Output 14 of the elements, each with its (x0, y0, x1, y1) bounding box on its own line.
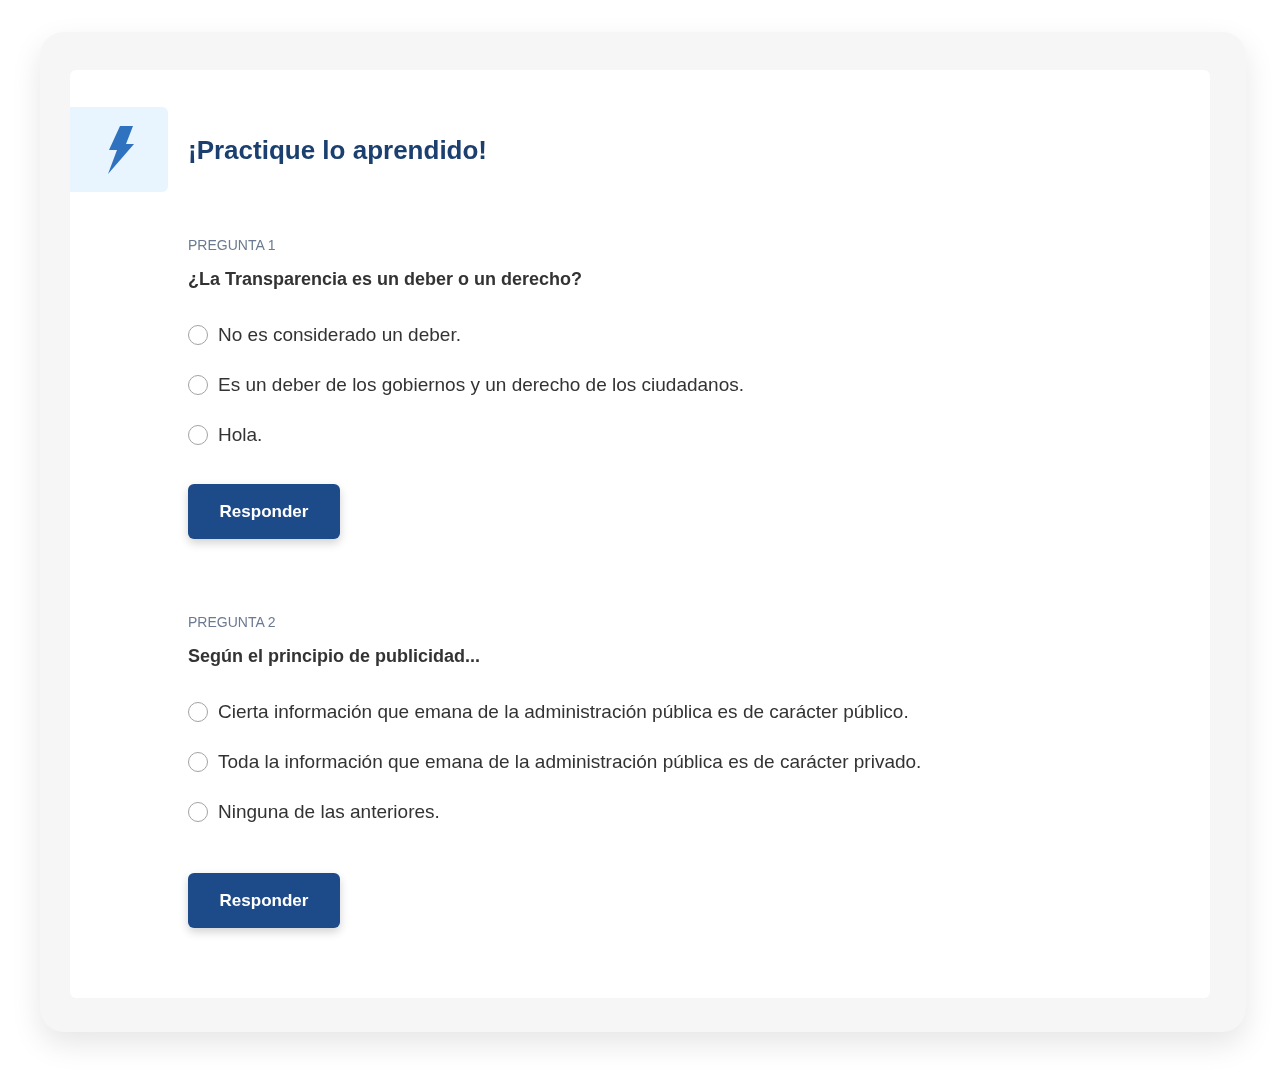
page-title: ¡Practique lo aprendido! (188, 133, 488, 167)
question-text: Según el principio de publicidad... (188, 645, 482, 668)
question-text: ¿La Transparencia es un deber o un derecho? (188, 268, 584, 291)
answer-button[interactable]: Responder (188, 484, 340, 539)
option-label[interactable]: Toda la información que emana de la administración pública es de carácter privado. (218, 748, 922, 776)
option-label[interactable]: Ninguna de las anteriores. (218, 798, 440, 826)
option-label[interactable]: Cierta información que emana de la administración pública es de carácter público. (218, 698, 909, 726)
question-number: PREGUNTA 1 (188, 236, 277, 255)
lightning-icon (70, 107, 168, 192)
option-label[interactable]: No es considerado un deber. (218, 321, 461, 349)
option-label[interactable]: Es un deber de los gobiernos y un derecho de los ciudadanos. (218, 371, 745, 399)
option-label[interactable]: Hola. (218, 421, 263, 449)
question-number: PREGUNTA 2 (188, 613, 277, 632)
answer-button[interactable]: Responder (188, 873, 340, 928)
